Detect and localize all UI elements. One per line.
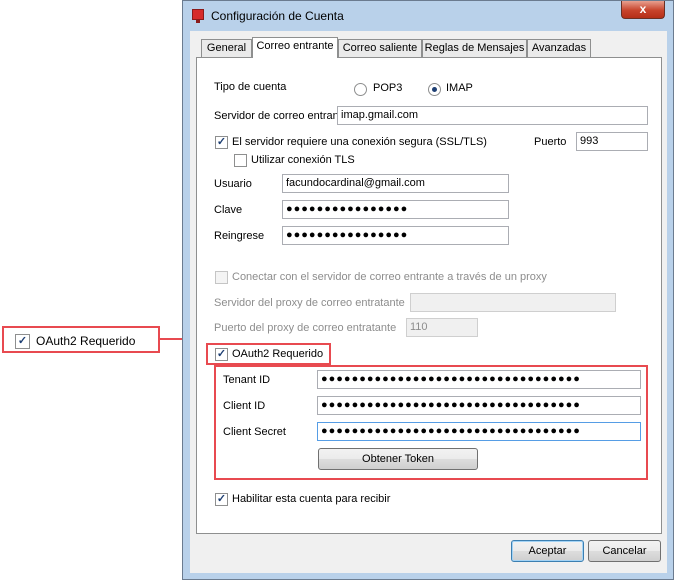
proxy-port-label: Puerto del proxy de correo entratante	[214, 322, 397, 334]
accept-button[interactable]: Aceptar	[511, 540, 584, 562]
imap-label: IMAP	[446, 82, 473, 94]
client-secret-label: Client Secret	[223, 426, 286, 438]
close-icon: x	[639, 2, 647, 16]
pop3-radio[interactable]	[354, 83, 367, 96]
password-input[interactable]: ●●●●●●●●●●●●●●●●	[282, 200, 509, 219]
enable-account-label: Habilitar esta cuenta para recibir	[232, 493, 391, 505]
proxy-connect-checkbox[interactable]	[215, 271, 228, 284]
tls-label: Utilizar conexión TLS	[251, 154, 355, 166]
proxy-server-input[interactable]	[410, 293, 616, 312]
proxy-connect-label: Conectar con el servidor de correo entra…	[232, 271, 547, 283]
user-input[interactable]: facundocardinal@gmail.com	[282, 174, 509, 193]
account-type-label: Tipo de cuenta	[214, 81, 287, 93]
oauth-checkbox[interactable]: ✓	[215, 348, 228, 361]
user-label: Usuario	[214, 178, 252, 190]
incoming-server-input[interactable]: imap.gmail.com	[337, 106, 648, 125]
enable-account-checkbox[interactable]: ✓	[215, 493, 228, 506]
cancel-button[interactable]: Cancelar	[588, 540, 661, 562]
incoming-server-label: Servidor de correo entrante	[214, 110, 348, 122]
tab-incoming-mail[interactable]: Correo entrante	[252, 37, 338, 58]
account-settings-window: Configuración de Cuenta x General Correo…	[182, 0, 674, 580]
client-id-label: Client ID	[223, 400, 266, 412]
proxy-server-label: Servidor del proxy de correo entratante	[214, 297, 405, 309]
ssl-label: El servidor requiere una conexión segura…	[232, 136, 487, 148]
pop3-label: POP3	[373, 82, 403, 94]
port-label: Puerto	[534, 136, 567, 148]
tab-general[interactable]: General	[201, 39, 252, 57]
reenter-password-label: Reingrese	[214, 230, 265, 242]
callout-oauth-label: OAuth2 Requerido	[36, 334, 136, 348]
callout-oauth-checkbox: ✓	[15, 334, 30, 349]
port-input[interactable]: 993	[576, 132, 648, 151]
window-title: Configuración de Cuenta	[211, 9, 344, 23]
callout-oauth-box: ✓ OAuth2 Requerido	[2, 326, 160, 353]
get-token-button[interactable]: Obtener Token	[318, 448, 478, 470]
ssl-checkbox[interactable]: ✓	[215, 136, 228, 149]
oauth-label: OAuth2 Requerido	[232, 348, 324, 360]
proxy-port-input[interactable]: 110	[406, 318, 478, 337]
tab-message-rules[interactable]: Reglas de Mensajes	[422, 39, 527, 57]
tab-outgoing-mail[interactable]: Correo saliente	[338, 39, 422, 57]
client-secret-input[interactable]: ●●●●●●●●●●●●●●●●●●●●●●●●●●●●●●●●●●	[317, 422, 641, 441]
tab-advanced[interactable]: Avanzadas	[527, 39, 591, 57]
reenter-password-input[interactable]: ●●●●●●●●●●●●●●●●	[282, 226, 509, 245]
imap-radio[interactable]	[428, 83, 441, 96]
title-bar[interactable]: Configuración de Cuenta x	[183, 1, 673, 31]
dialog-client-area: General Correo entrante Correo saliente …	[190, 31, 667, 573]
client-id-input[interactable]: ●●●●●●●●●●●●●●●●●●●●●●●●●●●●●●●●●●	[317, 396, 641, 415]
password-label: Clave	[214, 204, 243, 216]
tenant-id-label: Tenant ID	[223, 374, 271, 386]
app-mail-icon	[192, 9, 204, 23]
incoming-mail-panel: Tipo de cuenta POP3 IMAP Servidor de cor…	[196, 57, 662, 534]
tenant-id-input[interactable]: ●●●●●●●●●●●●●●●●●●●●●●●●●●●●●●●●●●	[317, 370, 641, 389]
close-button[interactable]: x	[621, 1, 665, 19]
tls-checkbox[interactable]	[234, 154, 247, 167]
